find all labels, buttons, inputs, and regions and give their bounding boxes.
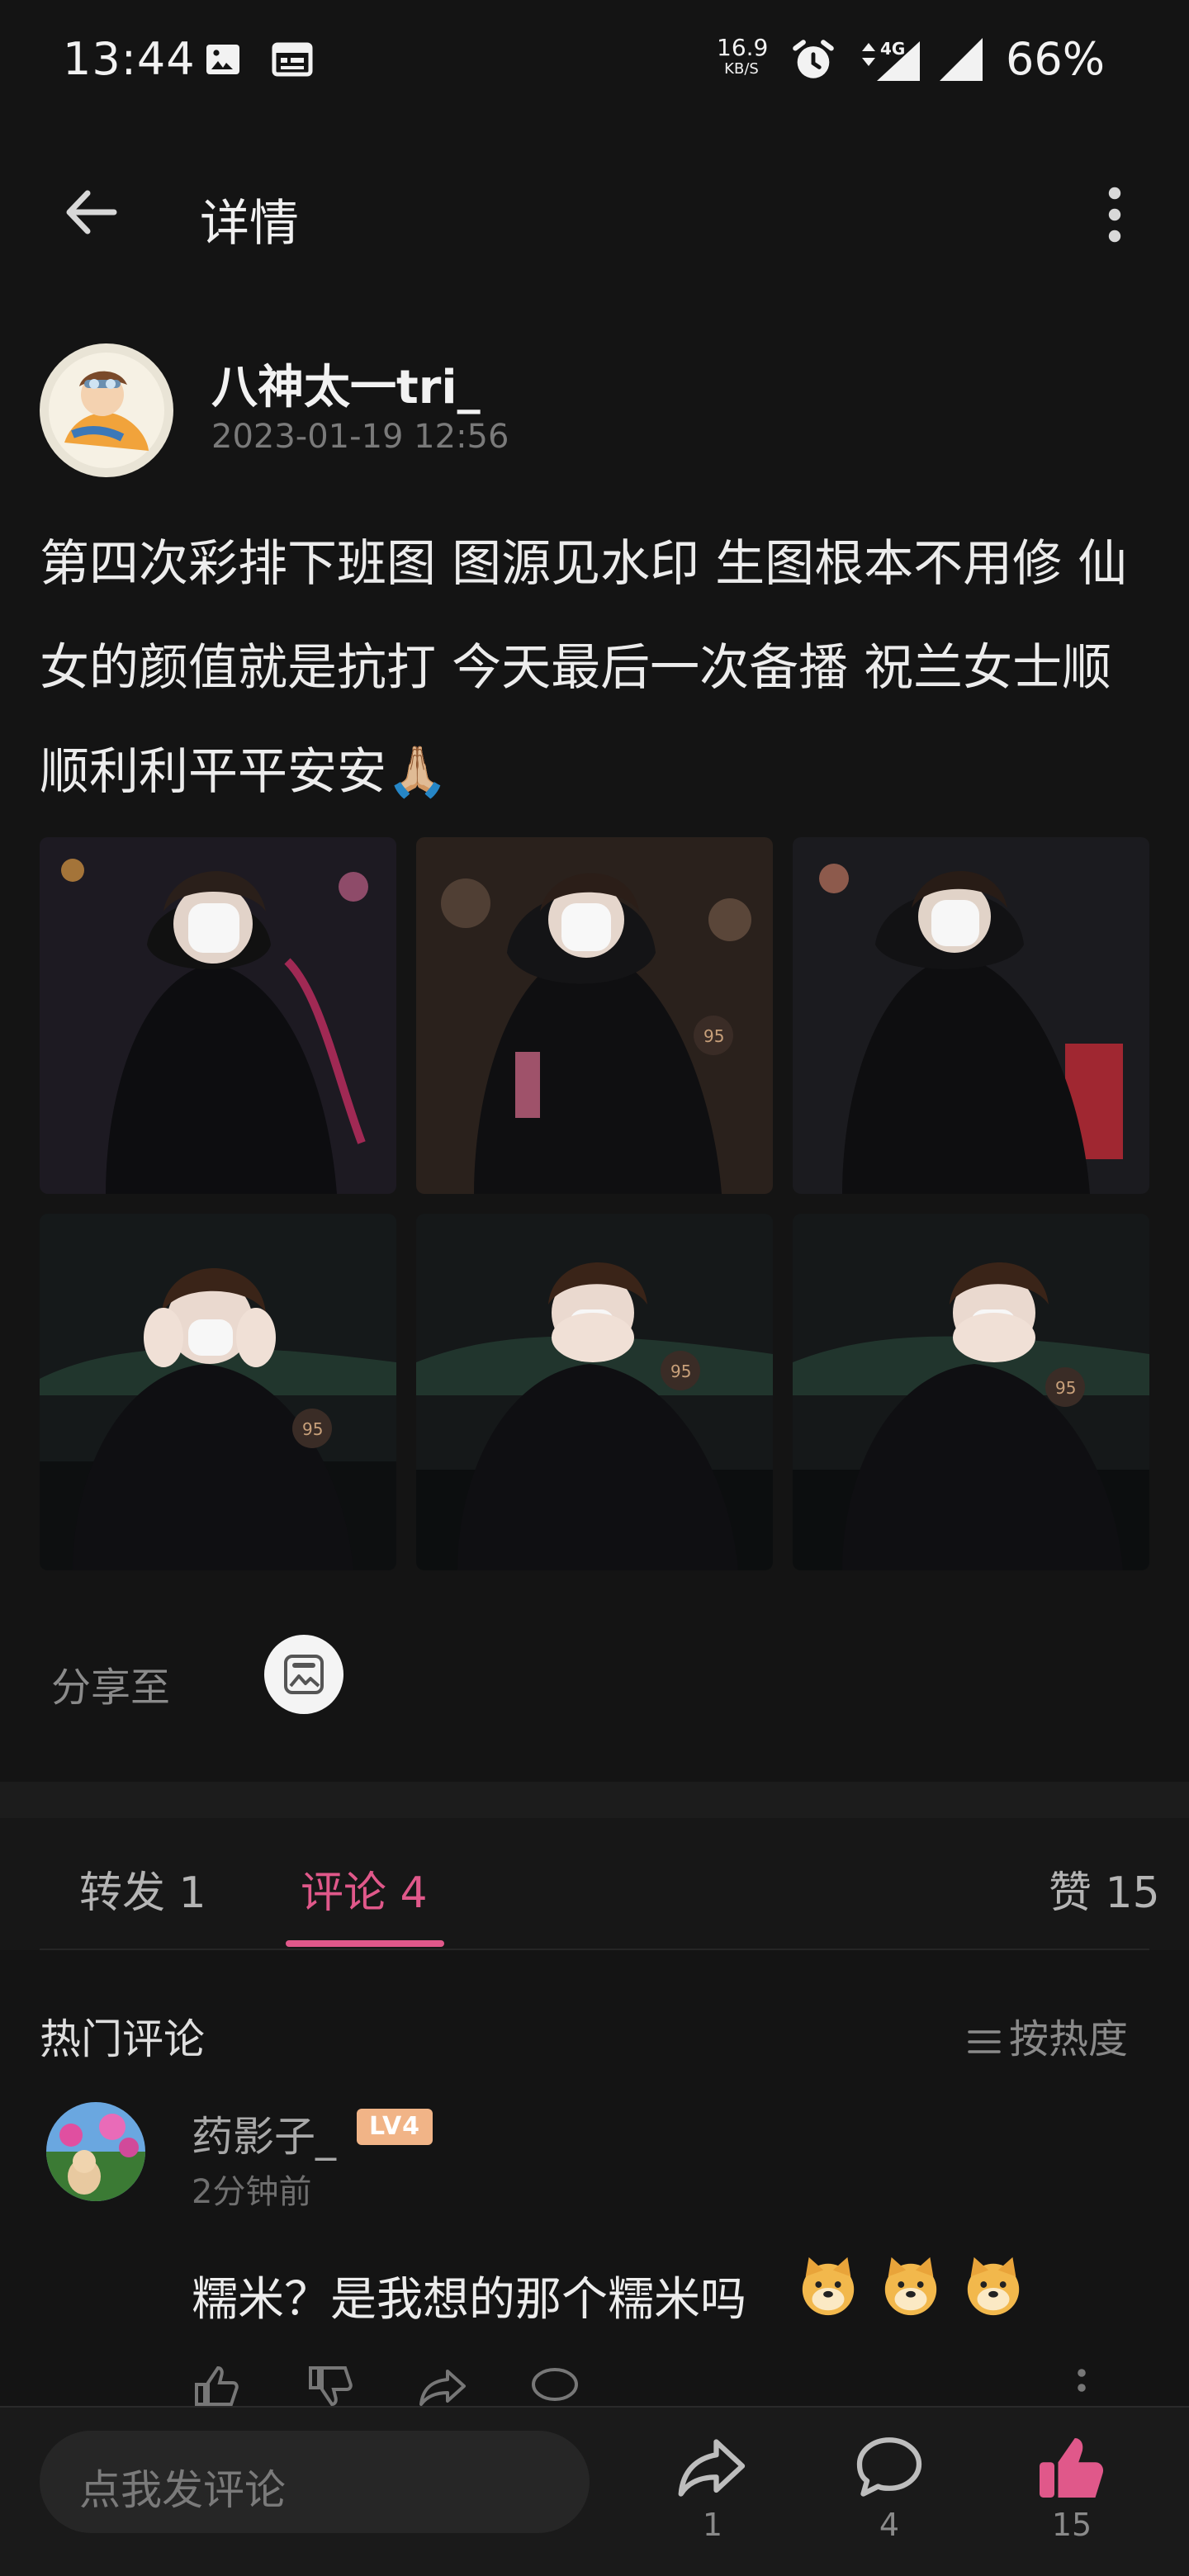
page-title: 详情: [200, 195, 299, 253]
active-tab-indicator: [286, 1940, 444, 1947]
tab-comment[interactable]: 评论 4: [301, 1858, 428, 1920]
comment-icon[interactable]: [852, 2431, 926, 2505]
sort-label: 按热度: [1009, 2016, 1129, 2062]
like-count: 15: [1051, 2507, 1092, 2543]
signal-strength-icon: [940, 38, 983, 81]
post-photo[interactable]: [793, 837, 1149, 1194]
gallery-icon: [206, 45, 239, 74]
post-photo[interactable]: 95: [793, 1214, 1149, 1570]
more-vertical-icon[interactable]: [1098, 183, 1131, 246]
battery-percent: 66%: [1006, 33, 1106, 85]
tab-repost[interactable]: 转发 1: [79, 1858, 206, 1920]
net-speed: 16.9 KB/S: [717, 34, 769, 78]
calendar-icon: [272, 42, 313, 77]
share-label: 分享至: [51, 1664, 171, 1711]
signal-4g-icon: 4G: [862, 39, 920, 81]
comment-time: 2分钟前: [192, 2173, 312, 2211]
section-divider: [0, 1782, 1189, 1818]
svg-text:95: 95: [302, 1419, 323, 1439]
comment-like-icon[interactable]: [192, 2365, 244, 2406]
author-avatar[interactable]: [40, 343, 173, 477]
user-level-badge: LV4: [357, 2109, 433, 2145]
commenter-name[interactable]: 药影子_: [192, 2104, 336, 2163]
comment-dislike-icon[interactable]: [306, 2365, 358, 2406]
hot-comments-title: 热门评论: [40, 2015, 205, 2063]
menu-lines-icon: [968, 2030, 1001, 2053]
comment-input-placeholder: 点我发评论: [79, 2466, 286, 2514]
svg-text:95: 95: [670, 1361, 691, 1381]
sort-by-hot-button[interactable]: 按热度: [966, 2006, 1128, 2064]
svg-text:95: 95: [703, 1026, 724, 1046]
comment-reply-icon[interactable]: [528, 2365, 581, 2406]
post-timestamp: 2023-01-19 12:56: [211, 418, 509, 456]
share-as-image-button[interactable]: [264, 1635, 343, 1714]
doge-emoji-icon: [884, 2256, 937, 2316]
image-share-icon: [284, 1655, 324, 1694]
status-bar: 13:44 16.9 KB/S 4G 66%: [0, 0, 1189, 124]
alarm-icon: [793, 40, 834, 78]
post-photo[interactable]: [40, 837, 396, 1194]
svg-text:95: 95: [1055, 1378, 1076, 1398]
app-bar: [0, 157, 1189, 272]
status-time: 13:44: [63, 33, 196, 85]
post-photo[interactable]: 95: [416, 837, 773, 1194]
tab-like[interactable]: 赞 15: [1049, 1858, 1160, 1920]
comment-share-icon[interactable]: [418, 2365, 471, 2406]
post-photo[interactable]: 95: [416, 1214, 773, 1570]
thumbs-up-icon[interactable]: [1032, 2431, 1106, 2505]
author-name[interactable]: 八神太一tri_: [211, 350, 481, 417]
doge-emoji-icon: [802, 2256, 855, 2316]
tab-border: [40, 1949, 1149, 1950]
commenter-avatar[interactable]: [46, 2102, 145, 2201]
repost-icon[interactable]: [675, 2431, 750, 2505]
post-body: 第四次彩排下班图 图源见水印 生图根本不用修 仙女的颜值就是抗打 今天最后一次备…: [40, 535, 1128, 801]
comment-text: 糯米？是我想的那个糯米吗: [192, 2273, 746, 2327]
network-type-label: 4G: [880, 39, 905, 59]
post-photo[interactable]: 95: [40, 1214, 396, 1570]
comment-more-icon[interactable]: [1073, 2365, 1090, 2406]
repost-count: 1: [702, 2507, 723, 2543]
photo-grid: 95 95 95 95: [40, 837, 1149, 1570]
comment-count: 4: [879, 2507, 900, 2543]
back-arrow-icon[interactable]: [58, 183, 124, 241]
doge-emoji-icon: [967, 2256, 1020, 2316]
